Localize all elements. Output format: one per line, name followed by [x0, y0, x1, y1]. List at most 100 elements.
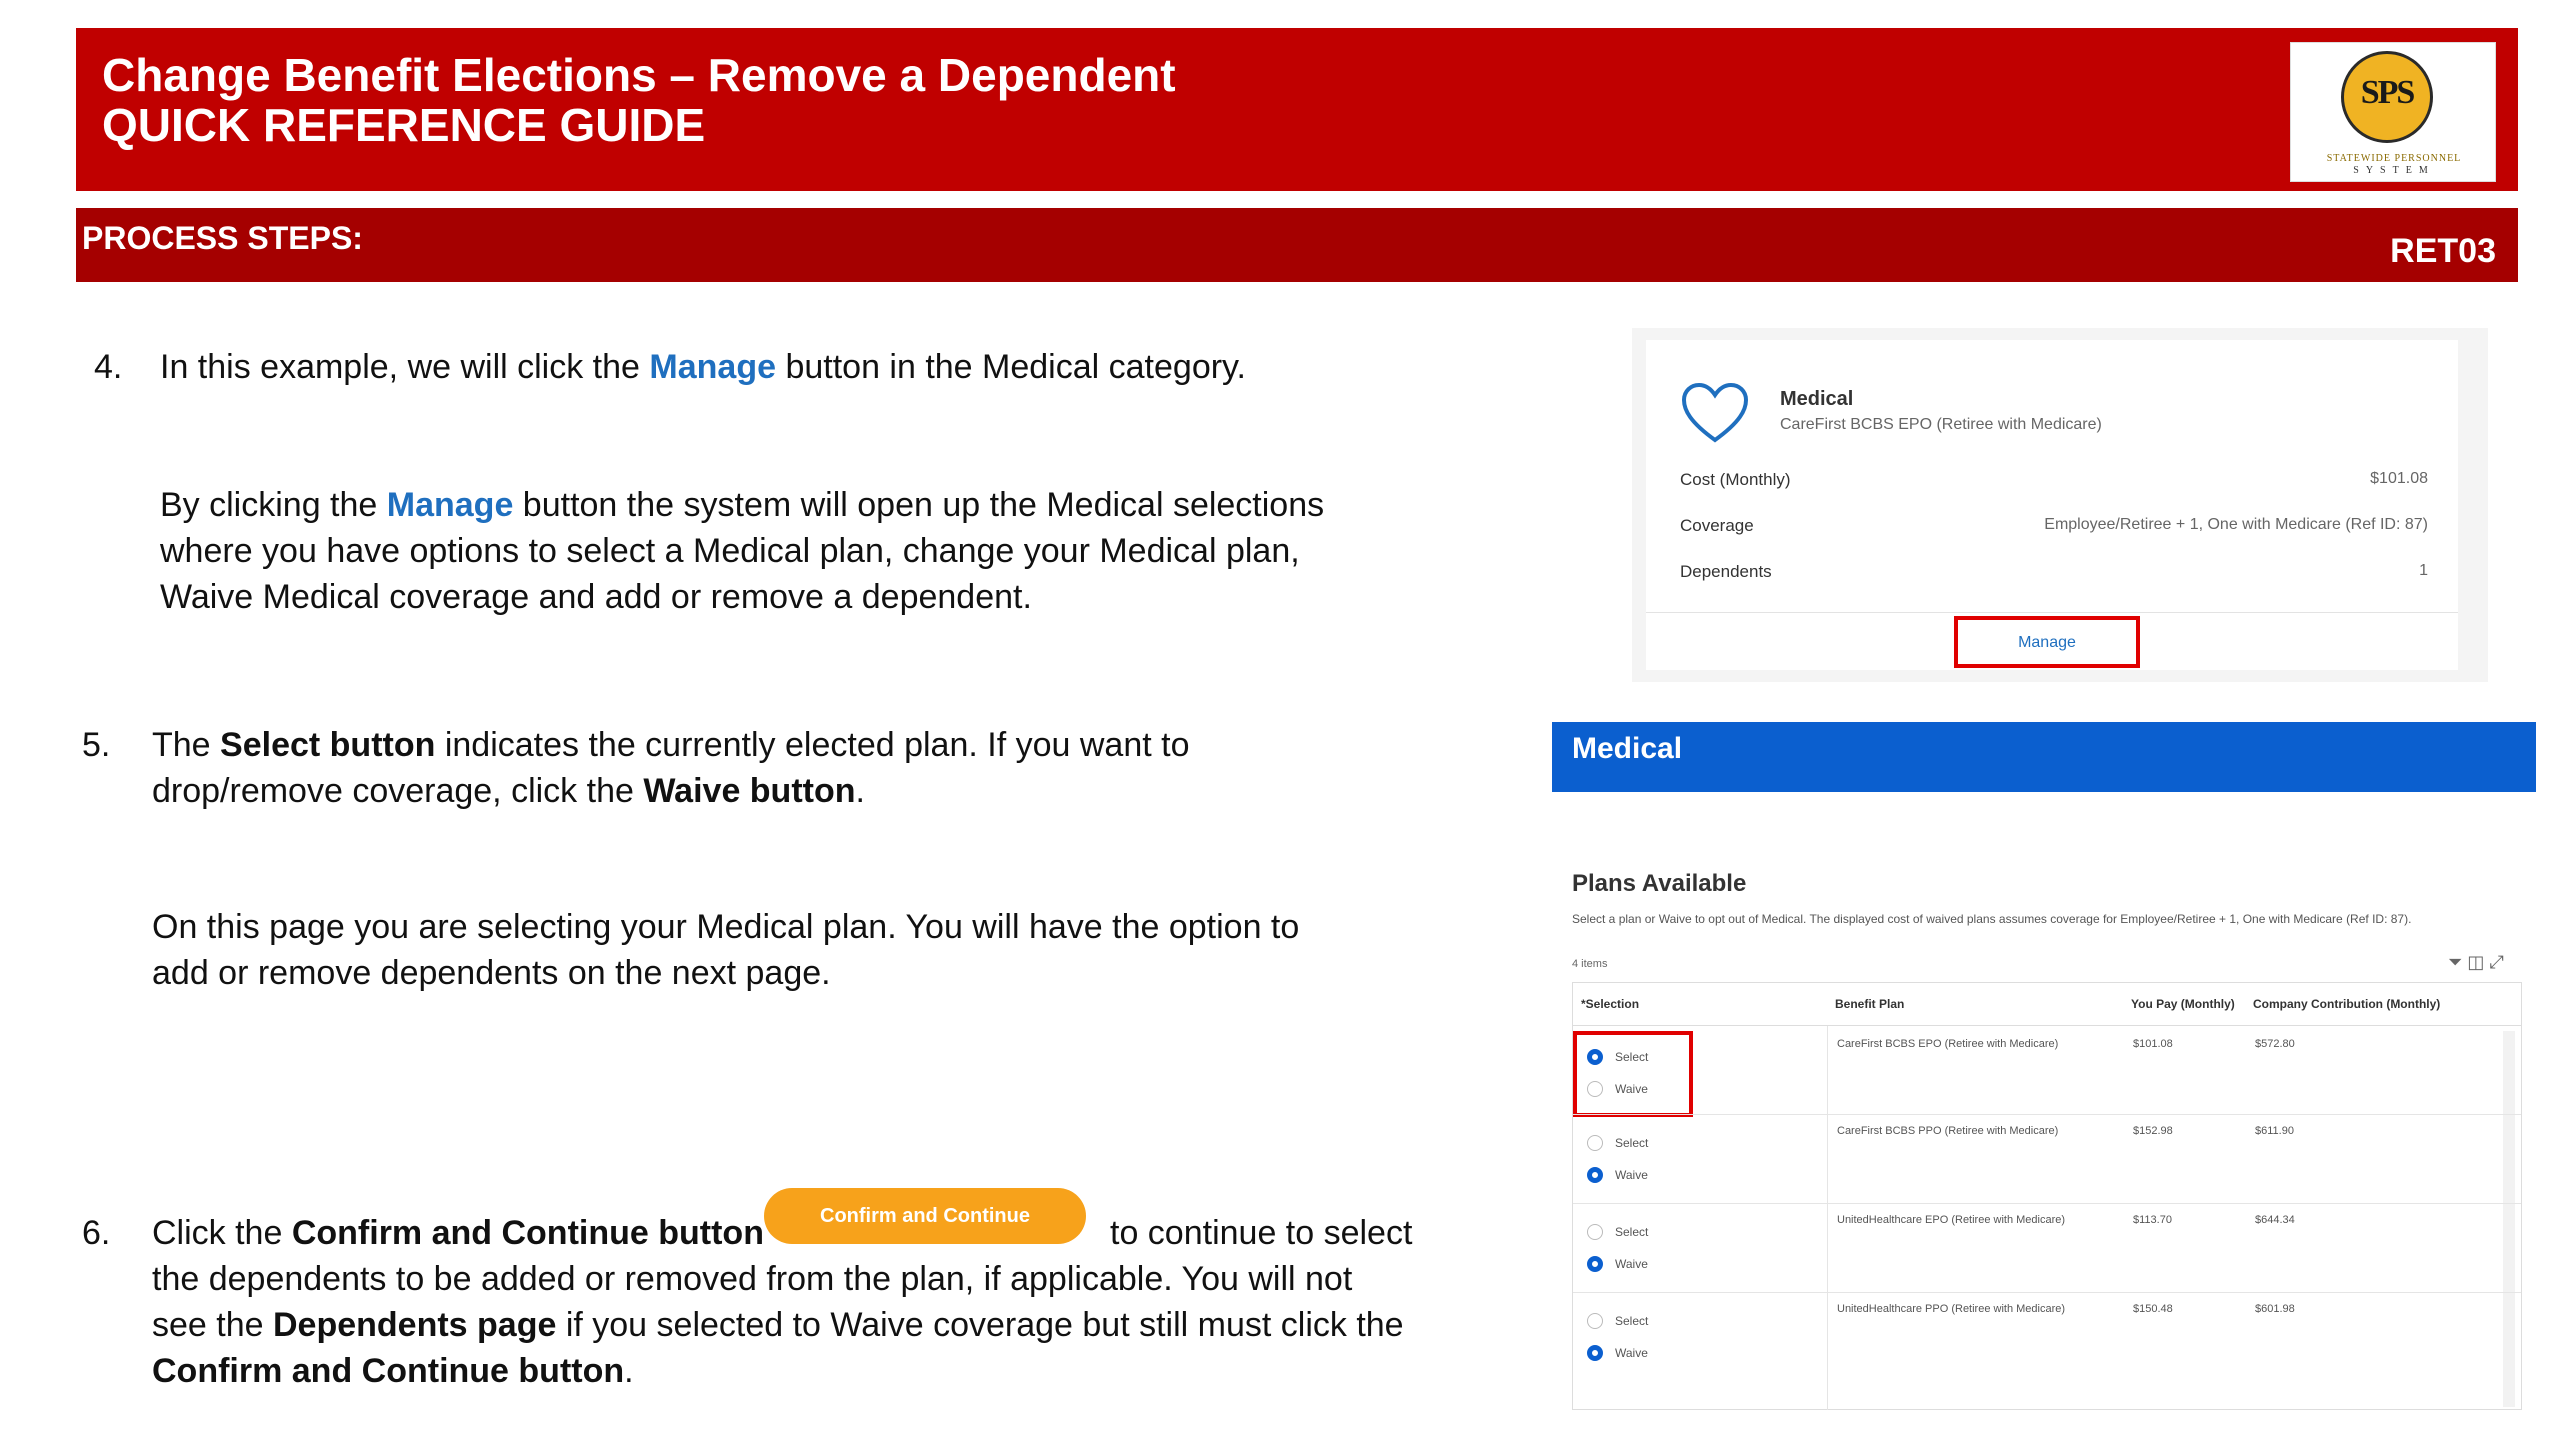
- row3-waive-radio[interactable]: [1587, 1256, 1603, 1272]
- row4-you-pay: $150.48: [2133, 1303, 2173, 1315]
- step-5-select-ref: Select button: [220, 726, 436, 764]
- medical-banner-title: Medical: [1572, 732, 1683, 765]
- guide-title: Change Benefit Elections – Remove a Depe…: [102, 50, 1176, 150]
- manage-highlight-box: Manage: [1954, 616, 2140, 668]
- row4-plan: UnitedHealthcare PPO (Retiree with Medic…: [1837, 1303, 2066, 1315]
- selection-highlight-box: [1573, 1031, 1693, 1117]
- expand-icon[interactable]: ⤢: [2489, 952, 2503, 972]
- step-4-text-c: button in the Medical category.: [776, 348, 1246, 386]
- table-row: Select Waive CareFirst BCBS EPO (Retiree…: [1573, 1026, 2503, 1114]
- row1-company: $572.80: [2255, 1038, 2295, 1050]
- step-5-para-line1: On this page you are selecting your Medi…: [152, 908, 1300, 946]
- row4-waive-label: Waive: [1615, 1346, 1648, 1360]
- step-6-text-c: to continue to select: [1110, 1214, 1413, 1252]
- manage-button[interactable]: Manage: [1958, 634, 2136, 652]
- sps-logo-text-top: STATEWIDE PERSONNEL: [2326, 153, 2462, 164]
- row2-select-radio[interactable]: [1587, 1135, 1603, 1151]
- step-4-paragraph: By clicking the Manage button the system…: [160, 482, 1460, 620]
- step-6-line3-a: see the: [152, 1306, 273, 1344]
- row4-waive-radio[interactable]: [1587, 1345, 1603, 1361]
- sps-logo-text-bottom: SYSTEM: [2353, 165, 2435, 176]
- table-toolbar: ⏷ ◫ ⤢: [2448, 952, 2504, 973]
- step-4-number: 4.: [94, 348, 123, 386]
- dependents-label: Dependents: [1680, 562, 1772, 581]
- step-6-line1-left: Click the Confirm and Continue button: [152, 1210, 764, 1256]
- row1-plan: CareFirst BCBS EPO (Retiree with Medicar…: [1837, 1038, 2059, 1050]
- confirm-and-continue-button[interactable]: Confirm and Continue: [764, 1188, 1086, 1244]
- header-benefit-plan: Benefit Plan: [1835, 997, 1905, 1011]
- header-you-pay: You Pay (Monthly): [2131, 997, 2235, 1011]
- row2-select-label: Select: [1615, 1136, 1649, 1150]
- step-4-text-a: In this example, we will click the: [160, 348, 650, 386]
- step-4-para-manage-ref: Manage: [386, 486, 514, 524]
- medical-card-title: Medical: [1780, 388, 1854, 410]
- row3-waive-label: Waive: [1615, 1257, 1648, 1271]
- row3-select-label: Select: [1615, 1225, 1649, 1239]
- plans-table: *Selection Benefit Plan You Pay (Monthly…: [1572, 982, 2522, 1410]
- step-5-text-c: indicates the currently elected plan. If…: [435, 726, 1190, 764]
- row3-select-radio[interactable]: [1587, 1224, 1603, 1240]
- step-4-para-c: button the system will open up the Medic…: [513, 486, 1325, 524]
- dependents-value: 1: [2419, 562, 2428, 579]
- coverage-value: Employee/Retiree + 1, One with Medicare …: [2044, 516, 2428, 533]
- step-4-para-a: By clicking the: [160, 486, 387, 524]
- step-6-line4-b: .: [624, 1352, 634, 1390]
- step-6-line2: the dependents to be added or removed fr…: [152, 1260, 1353, 1298]
- filter-icon[interactable]: ⏷: [2448, 952, 2462, 972]
- row4-company: $601.98: [2255, 1303, 2295, 1315]
- step-6-text-a: Click the: [152, 1214, 292, 1252]
- process-code: RET03: [2390, 232, 2496, 270]
- process-steps-label: PROCESS STEPS:: [82, 220, 363, 256]
- table-row: Select Waive UnitedHealthcare PPO (Retir…: [1573, 1293, 2503, 1381]
- columns-icon[interactable]: ◫: [2467, 952, 2484, 972]
- guide-header: Change Benefit Elections – Remove a Depe…: [76, 28, 2518, 191]
- card-divider: [1646, 612, 2458, 613]
- row2-plan: CareFirst BCBS PPO (Retiree with Medicar…: [1837, 1125, 2059, 1137]
- guide-title-line2: QUICK REFERENCE GUIDE: [102, 99, 706, 151]
- step-4-para-line3: Waive Medical coverage and add or remove…: [160, 578, 1032, 616]
- step-5-line2-c: .: [855, 772, 865, 810]
- guide-title-line1: Change Benefit Elections – Remove a Depe…: [102, 49, 1176, 101]
- step-5-waive-ref: Waive button: [643, 772, 856, 810]
- step-5-line2-a: drop/remove coverage, click the: [152, 772, 644, 810]
- row2-waive-label: Waive: [1615, 1168, 1648, 1182]
- medical-banner: Medical: [1552, 722, 2536, 792]
- sps-logo-letters: SPS: [2360, 74, 2416, 111]
- row4-select-radio[interactable]: [1587, 1313, 1603, 1329]
- items-count: 4 items: [1572, 958, 1608, 970]
- sps-logo-emblem-icon: SPS: [2341, 51, 2433, 143]
- row2-waive-radio[interactable]: [1587, 1167, 1603, 1183]
- step-5-number: 5.: [82, 726, 111, 764]
- heart-icon: [1681, 382, 1749, 443]
- plans-available-subtitle: Select a plan or Waive to opt out of Med…: [1572, 912, 2412, 926]
- table-row: Select Waive UnitedHealthcare EPO (Retir…: [1573, 1204, 2503, 1292]
- step-6-confirm-ref: Confirm and Continue button: [291, 1214, 764, 1252]
- medical-card: Medical CareFirst BCBS EPO (Retiree with…: [1646, 340, 2458, 670]
- row2-company: $611.90: [2255, 1125, 2294, 1137]
- step-6-number: 6.: [82, 1214, 111, 1252]
- step-6-line3-c: if you selected to Waive coverage but st…: [556, 1306, 1404, 1344]
- row3-plan: UnitedHealthcare EPO (Retiree with Medic…: [1837, 1214, 2066, 1226]
- step-4-line: In this example, we will click the Manag…: [160, 344, 1246, 390]
- step-5-text: The Select button indicates the currentl…: [152, 722, 1452, 814]
- step-5-text-a: The: [152, 726, 221, 764]
- sps-logo: SPS STATEWIDE PERSONNEL SYSTEM: [2290, 42, 2496, 182]
- row1-you-pay: $101.08: [2133, 1038, 2173, 1050]
- process-steps-bar: PROCESS STEPS: RET03: [76, 208, 2518, 282]
- step-5-paragraph: On this page you are selecting your Medi…: [152, 904, 1452, 996]
- row4-select-label: Select: [1615, 1314, 1649, 1328]
- table-scrollbar[interactable]: [2503, 1031, 2515, 1407]
- header-company-contribution: Company Contribution (Monthly): [2253, 997, 2441, 1011]
- medical-card-screenshot: Medical CareFirst BCBS EPO (Retiree with…: [1632, 328, 2488, 682]
- row3-you-pay: $113.70: [2133, 1214, 2172, 1226]
- step-4-para-line2: where you have options to select a Medic…: [160, 532, 1300, 570]
- medical-card-plan: CareFirst BCBS EPO (Retiree with Medicar…: [1780, 416, 2102, 433]
- coverage-label: Coverage: [1680, 516, 1754, 535]
- cost-value: $101.08: [2370, 470, 2428, 487]
- row2-you-pay: $152.98: [2133, 1125, 2173, 1137]
- step-6-paragraph: the dependents to be added or removed fr…: [152, 1256, 1492, 1394]
- cost-label: Cost (Monthly): [1680, 470, 1791, 489]
- step-6-confirm-ref-2: Confirm and Continue button: [152, 1352, 625, 1390]
- step-6-dependents-ref: Dependents page: [272, 1306, 557, 1344]
- step-4-manage-ref: Manage: [649, 348, 776, 386]
